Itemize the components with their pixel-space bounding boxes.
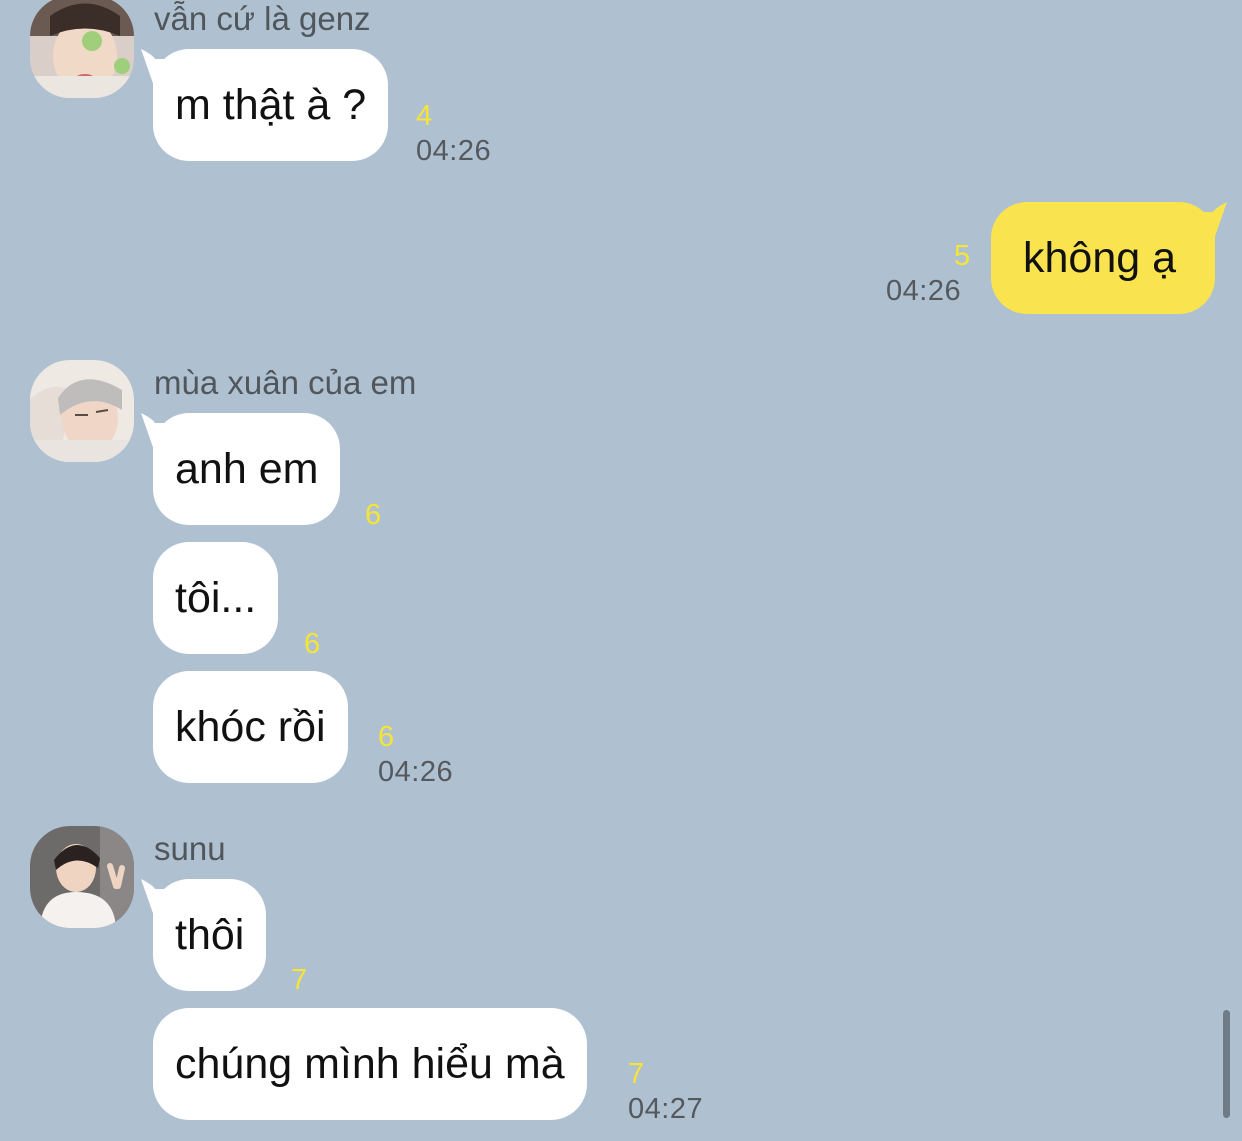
message-time: 04:26 bbox=[886, 275, 962, 307]
message-text: khóc rồi bbox=[175, 702, 326, 751]
message-text: chúng mình hiểu mà bbox=[175, 1039, 565, 1088]
unread-count: 7 bbox=[628, 1058, 645, 1090]
avatar-genz[interactable] bbox=[30, 0, 134, 98]
message-time: 04:27 bbox=[628, 1093, 704, 1125]
message-text: thôi bbox=[175, 910, 245, 959]
message-time: 04:26 bbox=[416, 135, 492, 167]
message-bubble[interactable]: thôi bbox=[141, 879, 267, 991]
message-text: tôi... bbox=[175, 573, 257, 622]
unread-count: 6 bbox=[378, 721, 395, 753]
message-bubble[interactable]: khóc rồi bbox=[153, 671, 348, 783]
message-text: m thật à ? bbox=[175, 80, 367, 129]
unread-count: 6 bbox=[365, 499, 382, 531]
avatar-photo-muaxuan-icon bbox=[30, 360, 134, 462]
avatar-muaxuan[interactable] bbox=[30, 360, 134, 462]
message-text: không ạ bbox=[1023, 233, 1177, 282]
message-bubble[interactable]: chúng mình hiểu mà bbox=[153, 1008, 587, 1120]
message-bubble[interactable]: tôi... bbox=[153, 542, 279, 654]
unread-count: 5 bbox=[954, 240, 971, 272]
message-time: 04:26 bbox=[378, 756, 454, 788]
message-text: anh em bbox=[175, 444, 319, 493]
message-bubble[interactable]: anh em bbox=[141, 413, 341, 525]
scrollbar[interactable] bbox=[1223, 1010, 1230, 1118]
message-bubble-outgoing[interactable]: không ạ bbox=[991, 202, 1227, 314]
sender-name: mùa xuân của em bbox=[154, 364, 417, 401]
sender-name: sunu bbox=[154, 830, 226, 867]
avatar-photo-sunu-icon bbox=[30, 826, 134, 928]
avatar-sunu[interactable] bbox=[30, 826, 134, 928]
message-bubble[interactable]: m thật à ? bbox=[141, 49, 389, 161]
unread-count: 6 bbox=[304, 628, 321, 660]
sender-name: vẫn cứ là genz bbox=[154, 0, 371, 37]
unread-count: 7 bbox=[291, 964, 308, 996]
bubble-tail bbox=[1187, 202, 1227, 242]
avatar-photo-genz-icon bbox=[30, 0, 134, 98]
unread-count: 4 bbox=[416, 100, 433, 132]
